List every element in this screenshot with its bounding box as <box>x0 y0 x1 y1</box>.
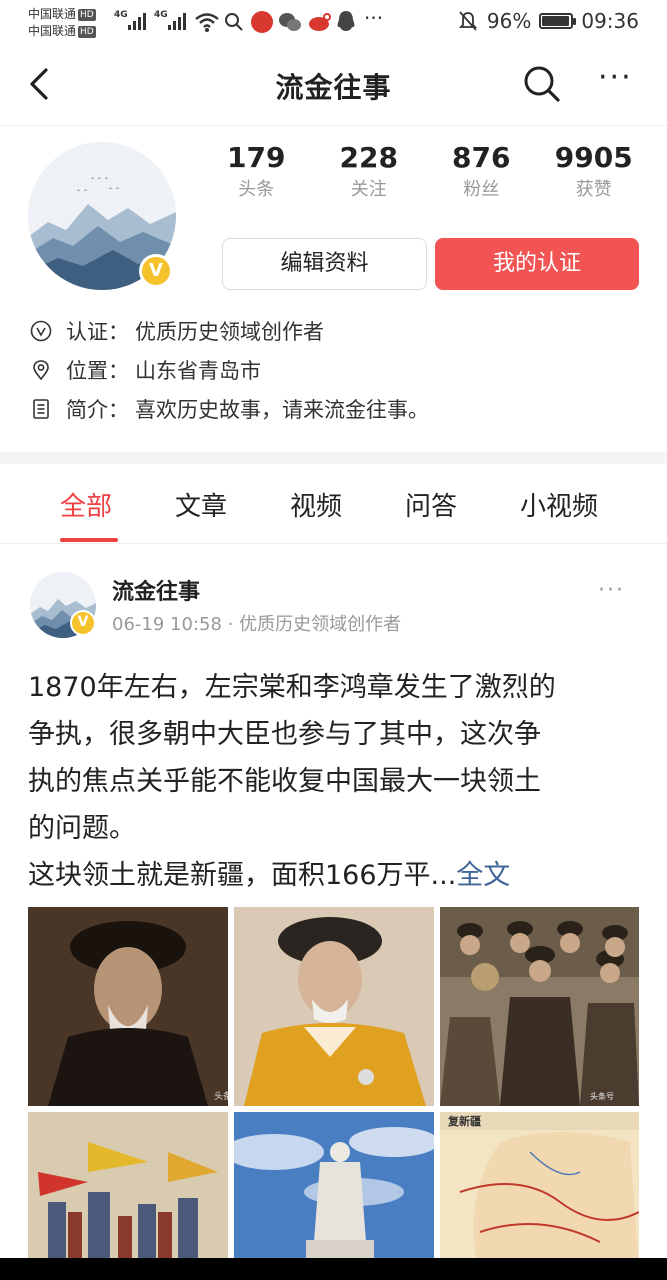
battery-icon <box>539 13 577 29</box>
top-nav-bar: 流金往事 ··· <box>0 46 667 126</box>
stat-value: 876 <box>452 141 511 174</box>
stat-posts[interactable]: 179 头条 <box>200 140 313 204</box>
system-nav-bar <box>0 1258 667 1280</box>
edit-profile-button[interactable]: 编辑资料 <box>222 238 427 290</box>
svg-text:⌃ ⌃: ⌃ ⌃ <box>76 189 88 196</box>
group-photo[interactable]: 头条号 <box>440 907 639 1106</box>
read-full-link[interactable]: 全文 <box>456 860 510 891</box>
stat-followers[interactable]: 876 粉丝 <box>425 140 538 204</box>
tab-articles[interactable]: 文章 <box>175 486 227 523</box>
stat-following[interactable]: 228 关注 <box>313 140 426 204</box>
info-value: 优质历史领域创作者 <box>135 320 324 344</box>
post-line: 争执，很多朝中大臣也参与了其中，这次争 <box>28 719 541 750</box>
post-author-name[interactable]: 流金往事 <box>112 574 200 606</box>
network-type-2: 4G <box>154 10 168 20</box>
stat-value: 179 <box>227 141 286 174</box>
info-bio: 简介： 喜欢历史故事，请来流金往事。 <box>30 394 429 424</box>
info-value: 喜欢历史故事，请来流金往事。 <box>135 398 429 422</box>
more-dots-icon: ··· <box>364 6 384 30</box>
official-portrait-photo[interactable] <box>234 907 434 1106</box>
tab-short-videos[interactable]: 小视频 <box>520 486 598 523</box>
svg-text:⌃ ⌃: ⌃ ⌃ <box>108 187 120 194</box>
profile-stats: 179 头条 228 关注 876 粉丝 9905 获赞 <box>200 140 650 204</box>
carrier-1: 中国联通 <box>28 7 77 21</box>
clock: 09:36 <box>581 9 639 33</box>
info-key: 简介： <box>66 398 129 422</box>
wechat-icon <box>279 13 301 31</box>
more-icon[interactable]: ··· <box>598 63 642 102</box>
battle-painting-photo[interactable] <box>28 1112 228 1272</box>
stat-value: 9905 <box>554 141 633 174</box>
qq-icon <box>337 11 355 31</box>
post-body[interactable]: 1870年左右，左宗棠和李鸿章发生了激烈的 争执，很多朝中大臣也参与了其中，这次… <box>28 664 643 899</box>
search-icon[interactable] <box>522 64 562 104</box>
info-key: 认证： <box>66 320 129 344</box>
signal-icon <box>128 12 146 30</box>
stat-likes[interactable]: 9905 获赞 <box>538 140 651 204</box>
stat-label: 粉丝 <box>463 179 500 200</box>
info-value: 山东省青岛市 <box>135 359 261 383</box>
section-divider <box>0 452 667 464</box>
statue-photo[interactable] <box>234 1112 434 1272</box>
wifi-icon <box>195 13 219 32</box>
post-image-grid: 头条号 头条号 <box>28 907 639 1280</box>
sina-icon <box>309 13 331 31</box>
location-icon <box>33 360 49 381</box>
post-line: 1870年左右，左宗棠和李鸿章发生了激烈的 <box>28 672 556 703</box>
search-icon <box>225 13 243 31</box>
weibo-app-icon <box>251 11 273 33</box>
post-line: 这块领土就是新疆，面积166万平... <box>28 860 457 891</box>
portrait-photo[interactable]: 头条号 <box>28 907 228 1106</box>
tab-videos[interactable]: 视频 <box>290 486 342 523</box>
content-tabs: 全部 文章 视频 问答 小视频 <box>0 464 667 544</box>
info-key: 位置： <box>66 359 129 383</box>
carrier-2: 中国联通 <box>28 24 77 38</box>
tab-all[interactable]: 全部 <box>60 486 112 523</box>
status-bar: 中国联通 HD 中国联通 HD 4G 4G ··· 96% 09:36 <box>0 0 667 46</box>
svg-text:头条号: 头条号 <box>590 1091 614 1101</box>
tab-qa[interactable]: 问答 <box>405 486 457 523</box>
mute-bell-icon <box>458 11 478 31</box>
page-title: 流金往事 <box>275 71 392 104</box>
post-line: 执的焦点关乎能不能收复中国最大一块领土 <box>28 766 541 797</box>
svg-text:⌃ ⌃ ⌃: ⌃ ⌃ ⌃ <box>90 177 109 184</box>
stat-label: 关注 <box>350 179 387 200</box>
svg-text:复新疆: 复新疆 <box>447 1114 481 1128</box>
hd-badge: HD <box>78 25 96 38</box>
battery-percent: 96% <box>486 9 532 33</box>
battery-area: 96% 09:36 <box>457 9 639 33</box>
stat-label: 获赞 <box>575 179 612 200</box>
verified-badge: V <box>139 254 173 288</box>
document-icon <box>33 399 49 419</box>
info-location: 位置： 山东省青岛市 <box>30 355 261 385</box>
post-more-icon[interactable]: ··· <box>598 578 625 603</box>
info-certification: 认证： 优质历史领域创作者 <box>30 316 324 346</box>
verified-icon <box>30 320 52 342</box>
map-photo[interactable]: 复新疆 <box>440 1112 639 1272</box>
post-meta: 06-19 10:58 · 优质历史领域创作者 <box>112 614 402 635</box>
verified-badge: V <box>70 610 96 636</box>
my-certification-button[interactable]: 我的认证 <box>435 238 639 290</box>
signal-icon <box>168 12 186 30</box>
network-type-1: 4G <box>114 10 128 20</box>
hd-badge: HD <box>78 8 96 21</box>
svg-text:头条号: 头条号 <box>214 1090 228 1102</box>
post-line: 的问题。 <box>28 813 136 844</box>
carrier-info: 中国联通 HD 中国联通 HD <box>28 6 96 40</box>
stat-value: 228 <box>339 141 398 174</box>
stat-label: 头条 <box>238 179 275 200</box>
active-tab-indicator <box>60 538 118 542</box>
